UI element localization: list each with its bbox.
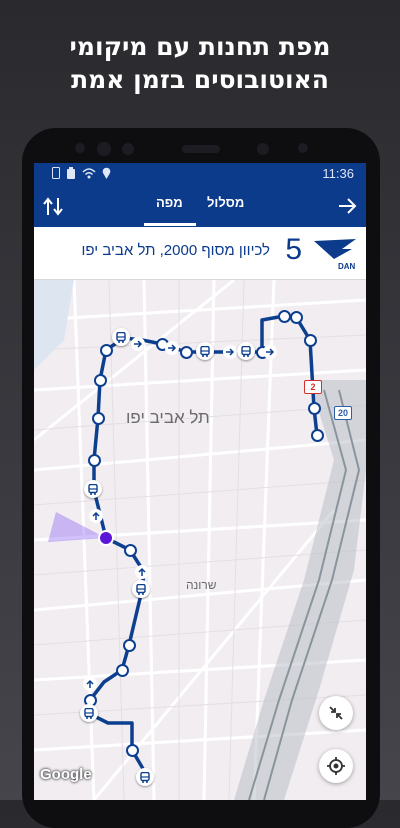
- operator-name: DAN: [338, 262, 356, 271]
- status-bar: 11:36: [34, 163, 366, 185]
- sensor-dot: [75, 143, 85, 153]
- bus-stop-icon[interactable]: [84, 480, 102, 498]
- bus-stop-icon[interactable]: [132, 580, 150, 598]
- active-tab-indicator: [144, 223, 196, 226]
- direction-arrow-icon: [83, 677, 97, 691]
- direction-arrow-icon: [135, 565, 149, 579]
- stop-marker[interactable]: [100, 344, 113, 357]
- bus-stop-icon[interactable]: [112, 328, 130, 346]
- tab-route[interactable]: מסלול: [207, 195, 244, 210]
- collapse-button[interactable]: [319, 696, 353, 730]
- app-bar: מפה מסלול: [34, 185, 366, 227]
- clock: 11:36: [322, 166, 354, 181]
- route-number: 5: [285, 233, 302, 266]
- forward-arrow-icon[interactable]: [336, 195, 358, 217]
- stop-marker[interactable]: [304, 334, 317, 347]
- bus-stop-icon[interactable]: [136, 768, 154, 786]
- route-destination: לכיוון מסוף 2000, תל אביב יפו: [81, 242, 270, 259]
- direction-arrow-icon: [131, 337, 145, 351]
- highway-shield-2: 2: [304, 380, 322, 394]
- sensor-dot: [298, 143, 308, 153]
- stop-marker[interactable]: [116, 664, 129, 677]
- direction-arrow-icon: [89, 509, 103, 523]
- neighborhood-label: שרונה: [186, 578, 217, 592]
- stop-marker[interactable]: [94, 374, 107, 387]
- wifi-icon: [82, 168, 96, 179]
- status-icons: [52, 167, 111, 179]
- battery-icon: [67, 167, 75, 179]
- stop-marker[interactable]: [123, 639, 136, 652]
- direction-arrow-icon: [263, 345, 277, 359]
- stop-marker[interactable]: [278, 310, 291, 323]
- operator-logo-icon: DAN: [314, 239, 356, 271]
- my-location-icon: [327, 757, 345, 775]
- my-location-button[interactable]: [319, 749, 353, 783]
- sim-icon: [52, 167, 60, 179]
- stop-marker[interactable]: [290, 311, 303, 324]
- bus-stop-icon[interactable]: [80, 704, 98, 722]
- promo-headline: מפת תחנות עם מיקומי האוטובוסים בזמן אמת: [0, 30, 400, 96]
- stop-marker[interactable]: [88, 454, 101, 467]
- promo-line-1: מפת תחנות עם מיקומי: [69, 32, 331, 61]
- google-attribution: Google: [40, 766, 92, 783]
- stop-marker[interactable]: [311, 429, 324, 442]
- route-header: לכיוון מסוף 2000, תל אביב יפו 5 DAN: [34, 227, 366, 280]
- swap-direction-icon[interactable]: [42, 195, 64, 217]
- direction-arrow-icon: [165, 341, 179, 355]
- stop-marker[interactable]: [92, 412, 105, 425]
- tab-map[interactable]: מפה: [156, 195, 183, 210]
- bus-stop-icon[interactable]: [196, 342, 214, 360]
- stop-marker[interactable]: [124, 544, 137, 557]
- promo-line-2: האוטובוסים בזמן אמת: [71, 65, 329, 94]
- sensor-dot: [257, 143, 269, 155]
- stop-marker[interactable]: [126, 744, 139, 757]
- stop-marker[interactable]: [308, 402, 321, 415]
- stop-marker[interactable]: [180, 346, 193, 359]
- city-label: תל אביב יפו: [126, 408, 210, 427]
- bus-stop-icon[interactable]: [237, 342, 255, 360]
- map-view[interactable]: תל אביב יפו שרונה 2 20 Google: [34, 280, 366, 800]
- app-screen: 11:36 מפה מסלול לכיוון מסוף 2000, תל אבי…: [34, 163, 366, 800]
- collapse-icon: [329, 706, 343, 720]
- sensor-dot: [122, 143, 134, 155]
- location-status-icon: [102, 167, 111, 179]
- highway-shield-20: 20: [334, 406, 352, 420]
- direction-arrow-icon: [223, 345, 237, 359]
- speaker-grille: [182, 145, 220, 153]
- front-camera: [97, 142, 111, 156]
